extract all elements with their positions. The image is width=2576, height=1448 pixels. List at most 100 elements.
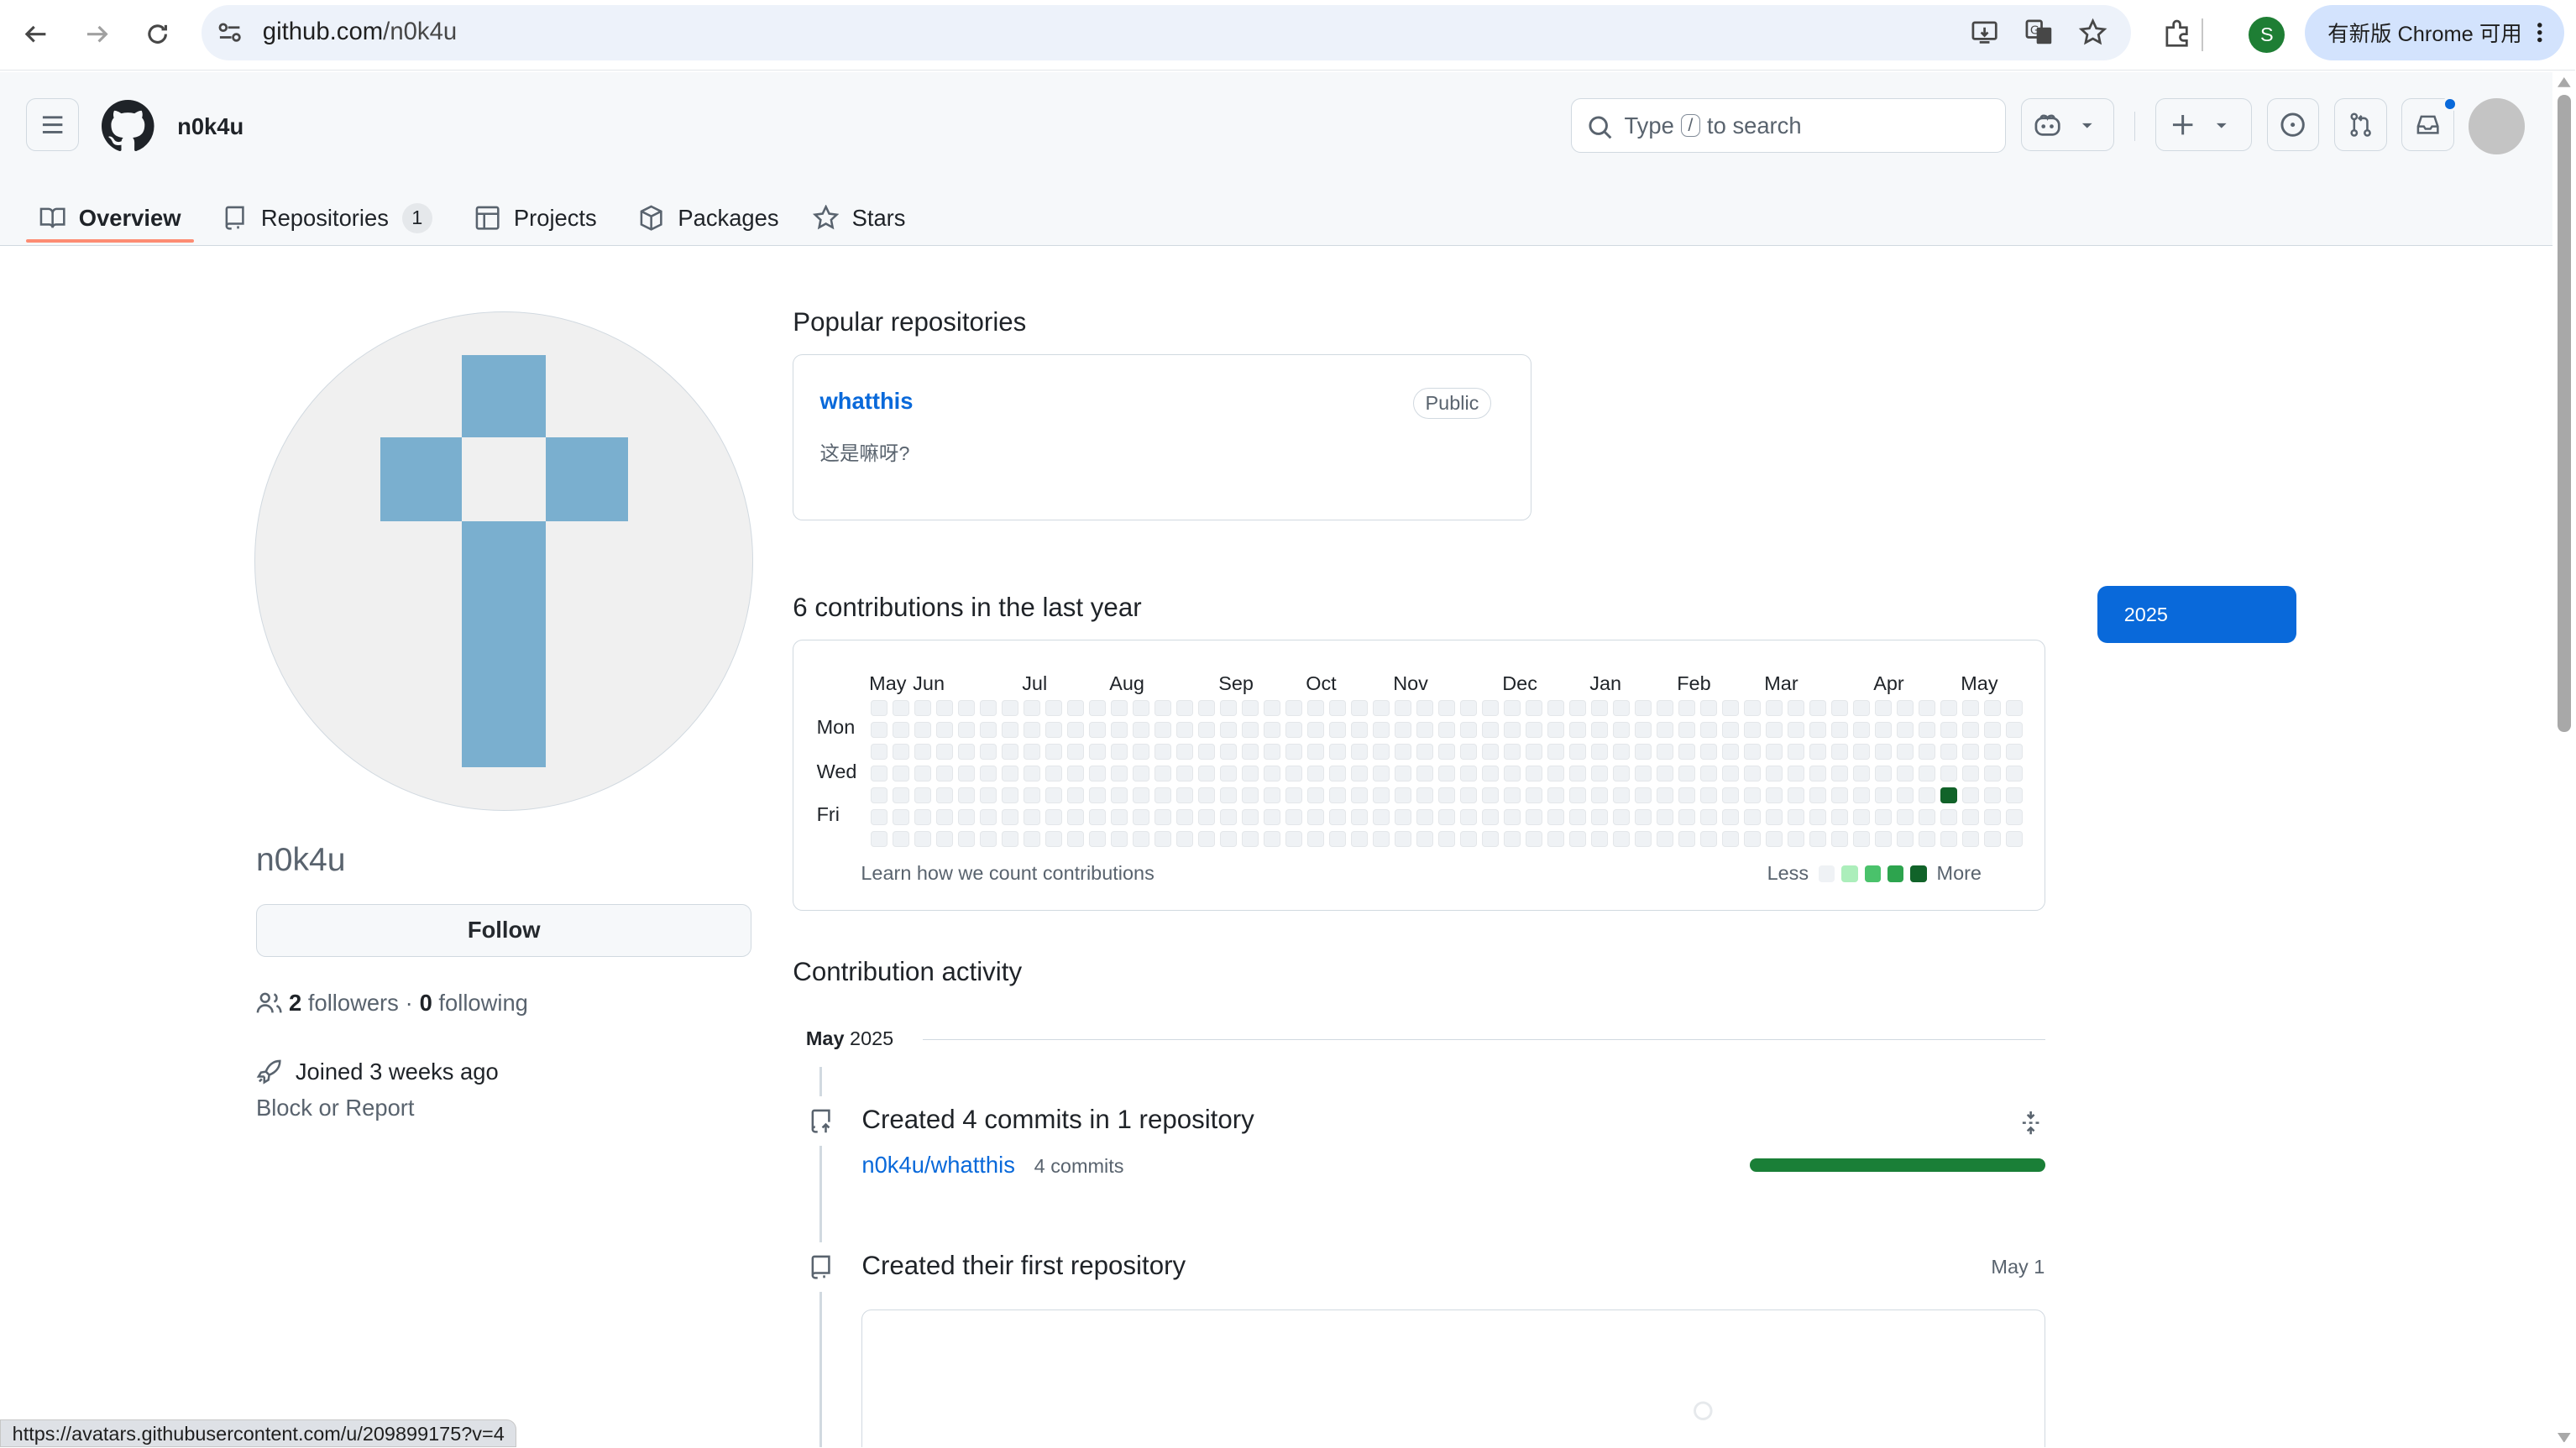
contribution-cell[interactable] xyxy=(1897,765,1914,782)
contribution-cell[interactable] xyxy=(1678,830,1695,848)
contribution-cell[interactable] xyxy=(1853,699,1870,717)
contribution-cell[interactable] xyxy=(1460,787,1477,804)
contribution-cell[interactable] xyxy=(893,787,909,804)
contribution-cell[interactable] xyxy=(1897,787,1914,804)
install-app-icon[interactable] xyxy=(1970,18,1999,54)
contribution-cell[interactable] xyxy=(1482,699,1499,717)
year-2025-button[interactable]: 2025 xyxy=(2097,585,2297,644)
contribution-cell[interactable] xyxy=(1875,699,1892,717)
contribution-cell[interactable] xyxy=(1242,830,1259,848)
contribution-cell[interactable] xyxy=(1504,787,1521,804)
contribution-cell[interactable] xyxy=(1919,808,1935,826)
contribution-cell[interactable] xyxy=(1351,699,1368,717)
contribution-cell[interactable] xyxy=(1744,830,1761,848)
contribution-cell[interactable] xyxy=(1133,787,1149,804)
contribution-cell[interactable] xyxy=(1831,787,1848,804)
contribution-cell[interactable] xyxy=(914,765,931,782)
contribution-cell[interactable] xyxy=(1526,787,1542,804)
contribution-cell[interactable] xyxy=(1547,765,1564,782)
contribution-cell[interactable] xyxy=(1460,699,1477,717)
contribution-cell[interactable] xyxy=(1111,743,1128,761)
contribution-cell[interactable] xyxy=(958,765,975,782)
contribution-cell[interactable] xyxy=(1526,743,1542,761)
contribution-cell[interactable] xyxy=(1722,787,1739,804)
contribution-cell[interactable] xyxy=(1416,765,1433,782)
contribution-cell[interactable] xyxy=(980,721,997,739)
contribution-cell[interactable] xyxy=(1657,765,1673,782)
contribution-cell[interactable] xyxy=(1482,830,1499,848)
contribution-cell[interactable] xyxy=(1809,808,1826,826)
contribution-cell[interactable] xyxy=(1591,765,1608,782)
contribution-cell[interactable] xyxy=(1591,787,1608,804)
translate-icon[interactable]: G xyxy=(2024,18,2054,54)
contribution-cell[interactable] xyxy=(1220,721,1237,739)
contribution-cell[interactable] xyxy=(1067,787,1084,804)
contribution-cell[interactable] xyxy=(1547,830,1564,848)
contribution-cell[interactable] xyxy=(1307,808,1324,826)
contribution-cell[interactable] xyxy=(893,743,909,761)
chrome-profile-avatar[interactable]: S xyxy=(2249,16,2285,53)
fold-icon[interactable] xyxy=(2018,1110,2044,1142)
contribution-cell[interactable] xyxy=(1853,808,1870,826)
tab-packages[interactable]: Packages xyxy=(638,192,779,245)
contribution-cell[interactable] xyxy=(871,699,887,717)
contribution-cell[interactable] xyxy=(1504,765,1521,782)
tab-repositories[interactable]: Repositories 1 xyxy=(222,192,432,245)
contribution-cell[interactable] xyxy=(1373,699,1390,717)
chrome-update-button[interactable]: 有新版 Chrome 可用 xyxy=(2304,4,2564,61)
contribution-cell[interactable] xyxy=(980,808,997,826)
contribution-cell[interactable] xyxy=(1962,765,1979,782)
contribution-cell[interactable] xyxy=(1111,830,1128,848)
contribution-cell[interactable] xyxy=(1264,721,1280,739)
contribution-cell[interactable] xyxy=(2006,721,2023,739)
contribution-cell[interactable] xyxy=(1089,721,1106,739)
contribution-cell[interactable] xyxy=(914,699,931,717)
contribution-cell[interactable] xyxy=(1788,743,1804,761)
contribution-cell[interactable] xyxy=(1526,765,1542,782)
contribution-cell[interactable] xyxy=(1285,699,1302,717)
scroll-down-arrow-icon[interactable] xyxy=(2557,1432,2571,1443)
contribution-cell[interactable] xyxy=(1242,721,1259,739)
contribution-cell[interactable] xyxy=(1591,830,1608,848)
contribution-cell[interactable] xyxy=(1657,830,1673,848)
contribution-cell[interactable] xyxy=(1133,699,1149,717)
repo-link[interactable]: whatthis xyxy=(820,388,914,415)
contribution-cell[interactable] xyxy=(1307,765,1324,782)
contribution-cell[interactable] xyxy=(1657,743,1673,761)
contribution-cell[interactable] xyxy=(1526,699,1542,717)
contribution-cell[interactable] xyxy=(1853,830,1870,848)
contribution-cell[interactable] xyxy=(1613,830,1630,848)
address-bar[interactable]: github.com/n0k4u G xyxy=(202,4,2131,61)
contribution-cell[interactable] xyxy=(1875,721,1892,739)
contribution-cell[interactable] xyxy=(958,721,975,739)
contribution-cell[interactable] xyxy=(1766,830,1783,848)
contribution-cell[interactable] xyxy=(1722,765,1739,782)
copilot-button[interactable] xyxy=(2020,98,2115,151)
site-info-icon[interactable] xyxy=(217,19,243,52)
contribution-cell[interactable] xyxy=(1853,743,1870,761)
contribution-cell[interactable] xyxy=(1897,699,1914,717)
contribution-cell[interactable] xyxy=(1242,743,1259,761)
contribution-cell[interactable] xyxy=(1264,787,1280,804)
contribution-cell[interactable] xyxy=(1766,808,1783,826)
contribution-cell[interactable] xyxy=(1242,699,1259,717)
contribution-cell[interactable] xyxy=(1395,765,1411,782)
create-new-button[interactable] xyxy=(2155,98,2253,151)
contribution-cell[interactable] xyxy=(2006,699,2023,717)
contribution-cell[interactable] xyxy=(1591,808,1608,826)
contribution-cell[interactable] xyxy=(1416,699,1433,717)
contribution-cell[interactable] xyxy=(1613,765,1630,782)
contribution-cell[interactable] xyxy=(1460,743,1477,761)
contribution-cell[interactable] xyxy=(1285,721,1302,739)
contribution-cell[interactable] xyxy=(1984,787,2001,804)
commit-count-link[interactable]: 4 commits xyxy=(1034,1155,1124,1178)
contribution-cell[interactable] xyxy=(1154,765,1171,782)
contribution-cell[interactable] xyxy=(1919,787,1935,804)
contribution-cell[interactable] xyxy=(1678,808,1695,826)
contribution-cell[interactable] xyxy=(1460,808,1477,826)
contribution-cell[interactable] xyxy=(1940,721,1957,739)
contribution-cell[interactable] xyxy=(1176,765,1193,782)
contribution-cell[interactable] xyxy=(1089,787,1106,804)
contribution-cell[interactable] xyxy=(1547,699,1564,717)
contribution-cell[interactable] xyxy=(1351,765,1368,782)
